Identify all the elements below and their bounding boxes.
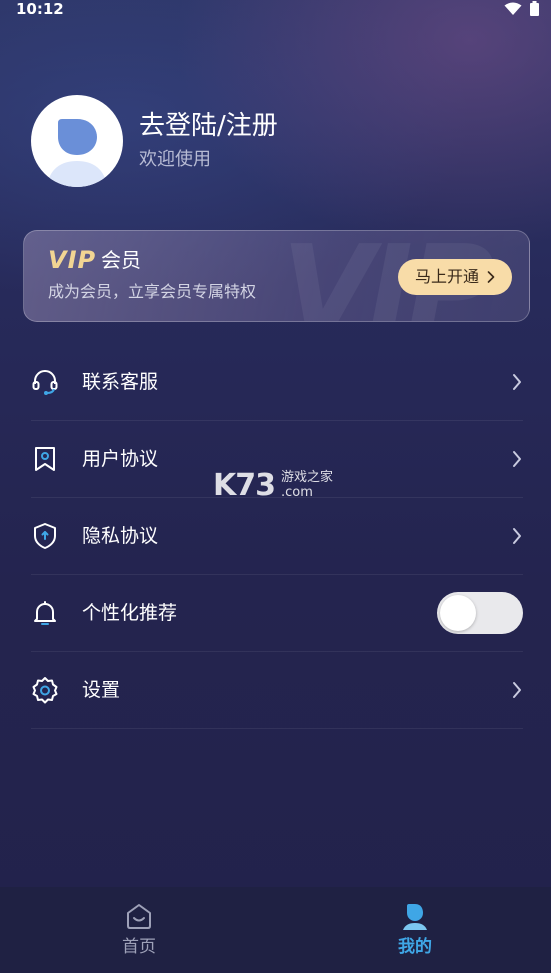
home-icon — [127, 904, 151, 929]
chevron-right-icon — [513, 682, 521, 698]
avatar[interactable] — [31, 95, 123, 187]
chevron-right-icon — [487, 271, 495, 283]
settings-menu: 联系客服 用户协议 隐私协议 个性化推荐 设置 — [31, 344, 523, 729]
vip-card[interactable]: VIP VIP 会员 成为会员，立享会员专属特权 马上开通 — [23, 230, 530, 322]
vip-title: 会员 — [101, 248, 141, 272]
menu-label-user-agreement: 用户协议 — [82, 448, 159, 470]
menu-label-privacy-policy: 隐私协议 — [82, 525, 159, 547]
vip-open-button-label: 马上开通 — [414, 267, 479, 286]
watermark-cn: 游戏之家 — [281, 470, 334, 485]
tab-mine-label: 我的 — [398, 937, 432, 957]
login-register-link[interactable]: 去登陆/注册 — [139, 108, 278, 144]
status-icons — [504, 1, 539, 16]
menu-label-settings: 设置 — [82, 679, 121, 701]
menu-item-personalized-recommendation: 个性化推荐 — [31, 575, 523, 652]
bookmark-icon — [31, 445, 59, 473]
watermark-domain: .com — [281, 485, 313, 500]
menu-item-customer-service[interactable]: 联系客服 — [31, 344, 523, 421]
welcome-text: 欢迎使用 — [139, 149, 211, 170]
menu-item-privacy-policy[interactable]: 隐私协议 — [31, 498, 523, 575]
battery-icon — [530, 1, 539, 16]
watermark-brand: K73 — [213, 468, 276, 503]
status-bar: 10:12 — [0, 0, 551, 20]
menu-item-settings[interactable]: 设置 — [31, 652, 523, 729]
k73-watermark: K73 游戏之家 .com — [213, 468, 348, 508]
menu-label-customer-service: 联系客服 — [82, 371, 159, 393]
vip-logo: VIP — [48, 246, 97, 274]
tab-home-label: 首页 — [122, 937, 156, 957]
shield-icon — [31, 522, 59, 550]
tab-home[interactable]: 首页 — [69, 887, 209, 973]
vip-open-button[interactable]: 马上开通 — [398, 259, 512, 295]
chevron-right-icon — [513, 374, 521, 390]
chevron-right-icon — [513, 451, 521, 467]
vip-description: 成为会员，立享会员专属特权 — [48, 282, 257, 301]
profile-icon — [403, 904, 427, 930]
tab-mine[interactable]: 我的 — [345, 887, 485, 973]
status-time: 10:12 — [16, 0, 64, 18]
chevron-right-icon — [513, 528, 521, 544]
bottom-tab-bar: 首页 我的 — [0, 887, 551, 973]
personalized-recommendation-toggle[interactable] — [437, 592, 523, 634]
toggle-knob — [440, 595, 476, 631]
avatar-placeholder-icon — [47, 119, 107, 187]
headset-icon — [31, 368, 59, 396]
gear-icon — [31, 676, 59, 704]
wifi-icon — [504, 2, 522, 15]
bell-icon — [31, 599, 59, 627]
menu-label-personalized-recommendation: 个性化推荐 — [82, 602, 178, 624]
